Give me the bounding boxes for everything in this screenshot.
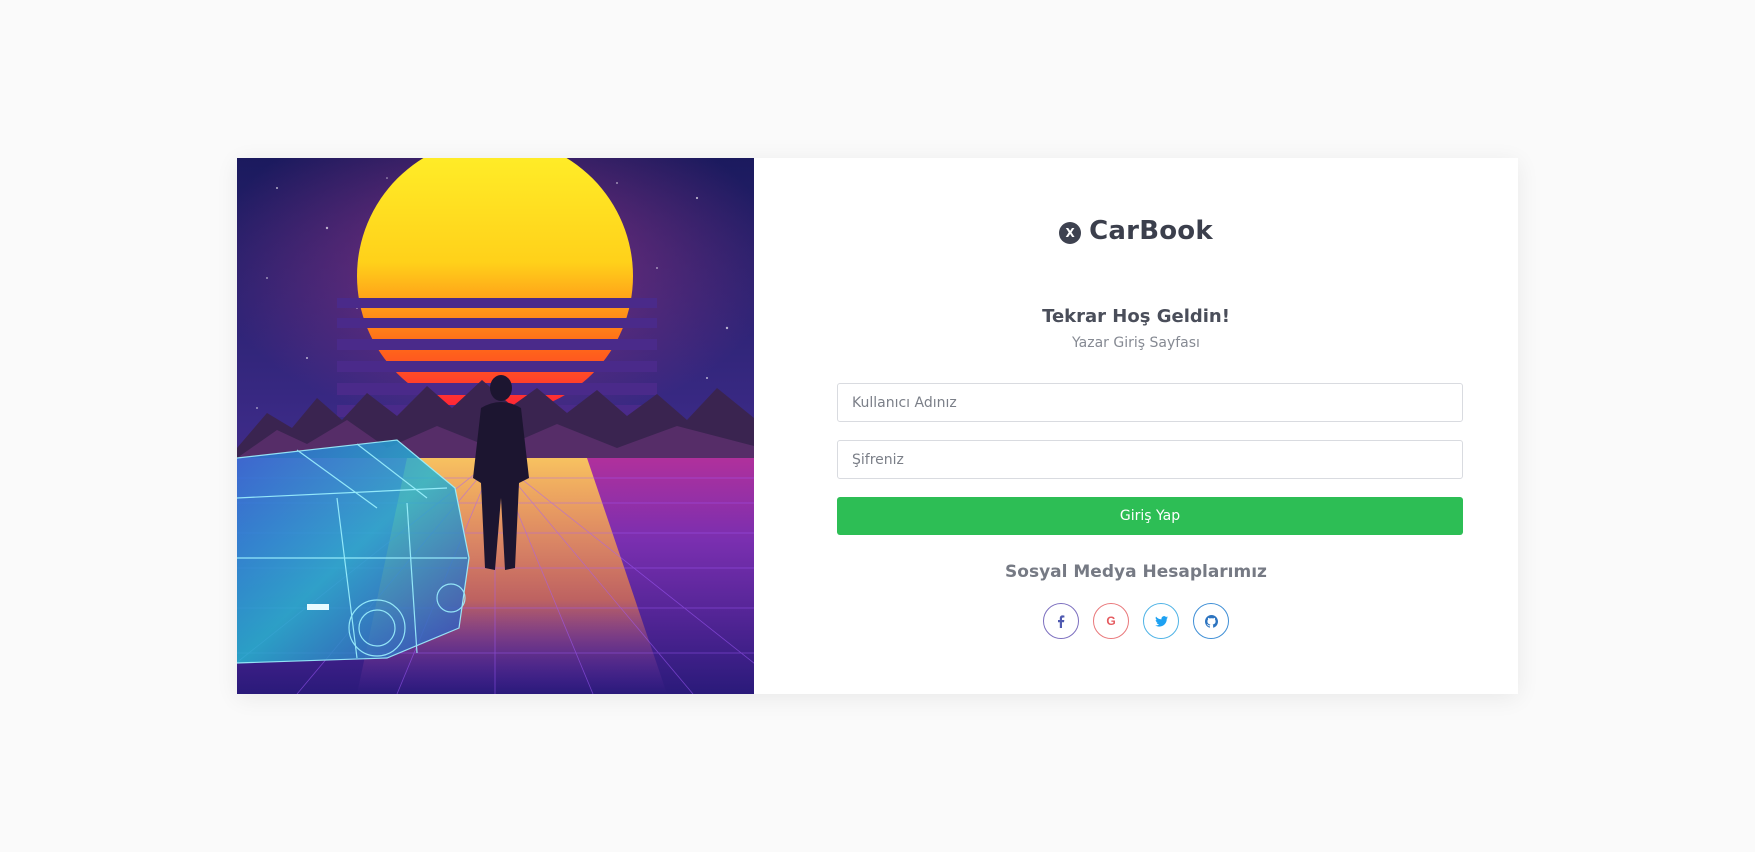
x-circle-icon: X [1059, 221, 1082, 244]
facebook-button[interactable] [1043, 603, 1079, 639]
login-card: X CarBook Tekrar Hoş Geldin! Yazar Giriş… [237, 158, 1518, 694]
synthwave-illustration [237, 158, 754, 694]
login-panel: X CarBook Tekrar Hoş Geldin! Yazar Giriş… [754, 158, 1518, 694]
google-button[interactable]: G [1093, 603, 1129, 639]
brand-name: CarBook [1089, 216, 1213, 246]
username-input[interactable] [837, 383, 1463, 422]
page-subtitle: Yazar Giriş Sayfası [1072, 335, 1200, 351]
social-title: Sosyal Medya Hesaplarımız [1005, 562, 1267, 582]
facebook-icon [1058, 614, 1065, 628]
twitter-icon [1154, 615, 1168, 627]
github-icon [1204, 614, 1218, 628]
login-button[interactable]: Giriş Yap [837, 497, 1463, 535]
github-button[interactable] [1193, 603, 1229, 639]
password-input[interactable] [837, 440, 1463, 479]
welcome-heading: Tekrar Hoş Geldin! [1042, 306, 1230, 327]
google-icon: G [1106, 614, 1116, 628]
brand: X CarBook [754, 216, 1518, 246]
hero-image [237, 158, 754, 694]
twitter-button[interactable] [1143, 603, 1179, 639]
social-links: G [754, 603, 1518, 639]
